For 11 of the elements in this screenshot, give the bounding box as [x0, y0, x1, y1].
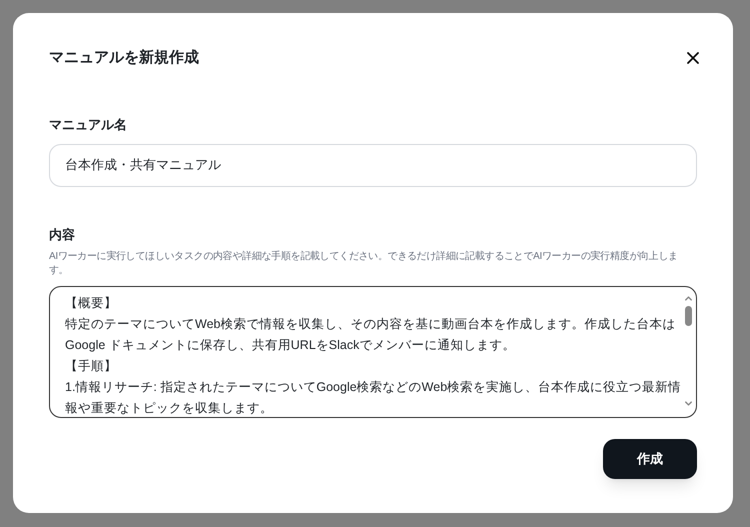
field-label: マニュアル名 [49, 116, 128, 134]
name-input-field[interactable]: 台本作成・共有マニュアル [49, 144, 697, 186]
content-text-area[interactable]: 【概要】 特定のテーマについてWeb検索で情報を収集し、その内容を基に動画台本を作成します。作成した台本はGoogle ドキュメントに保存し、共有用URLをSlackでメンバーに通知します。 【手順】 1.情報リサーチ: 指定されたテーマについてGoogle検索などのWeb検索を実施し、台本作成に役立つ最新情報や重要なトピックを収集します。 [49, 286, 697, 418]
help-text: AIワーカーに実行してほしいタスクの内容や詳細な手順を記載してください。できるだけ詳細に記載することでAIワーカーの実行精度が向上します。 [49, 250, 679, 278]
create-button[interactable]: 作成 [603, 439, 697, 479]
content-text-line: 特定のテーマについてWeb検索で情報を収集し、その内容を基に動画台本を作成します。作成した台本はGoogle ドキュメントに保存し、共有用URLをSlackでメンバーに通知します。 [65, 316, 676, 354]
content-text-line: 【手順】 [65, 358, 118, 375]
field-label: 内容 [49, 226, 76, 244]
content-text-line: 1.情報リサーチ: 指定されたテーマについてGoogle検索などのWeb検索を実施し、台本作成に役立つ最新情報や重要なトピックを収集します。 [65, 379, 682, 417]
dialog-title: マニュアルを新規作成 [49, 48, 199, 68]
content-text-line: 【概要】 [65, 295, 118, 312]
